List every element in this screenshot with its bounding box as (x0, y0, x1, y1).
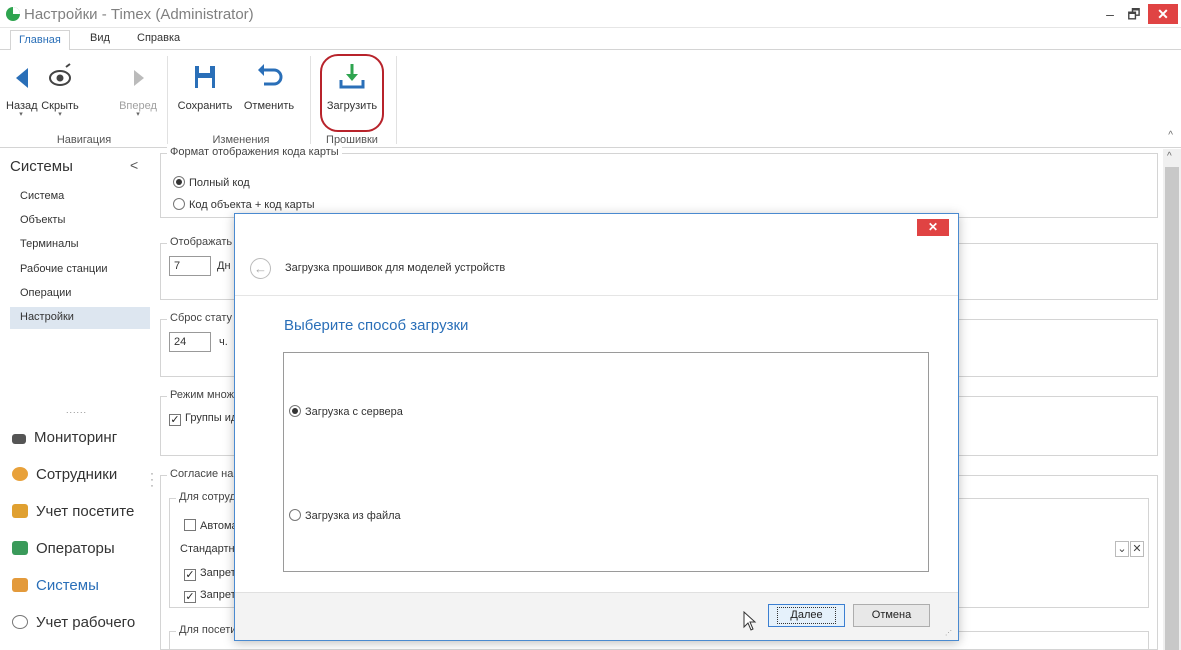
visitors-title: Для посети (176, 624, 240, 636)
standard-label: Стандартн (180, 543, 235, 555)
eye-icon (36, 58, 84, 100)
section-employees[interactable]: Сотрудники (12, 466, 117, 483)
display-title: Отображать (167, 236, 236, 248)
dialog-title: Загрузка прошивок для моделей устройств (285, 262, 506, 274)
splitter-dots[interactable]: ...... (66, 405, 87, 415)
highlight-ring (320, 54, 384, 132)
display-days-unit: Дн (217, 260, 231, 272)
cancel-button[interactable]: Отмена (853, 604, 930, 627)
ribbon-tabs: Главная Вид Справка (0, 28, 1181, 51)
forward-button[interactable]: Вперед ▾ (116, 58, 160, 118)
save-icon (174, 58, 236, 100)
restore-button[interactable]: 🗗 (1124, 4, 1144, 24)
tab-help[interactable]: Справка (137, 32, 180, 44)
reset-hours-unit: ч. (219, 336, 228, 348)
section-time-tracking[interactable]: Учет рабочего (12, 614, 135, 631)
load-method-panel: Загрузка с сервера Загрузка из файла (283, 352, 929, 572)
operators-icon (12, 541, 28, 555)
sidebar: Системы < Система Объекты Терминалы Рабо… (0, 149, 150, 650)
mode-title: Режим множ (167, 389, 237, 401)
scroll-thumb[interactable] (1165, 167, 1179, 650)
section-monitoring[interactable]: Мониторинг (12, 429, 117, 446)
forward-arrow-icon (116, 58, 160, 100)
sidebar-collapse-icon[interactable]: < (130, 157, 138, 173)
mouse-cursor-icon (743, 610, 757, 634)
employees-title: Для сотруд (176, 491, 239, 503)
resize-grip-icon[interactable]: ⋰ (945, 629, 952, 637)
visitors-icon (12, 504, 28, 518)
clock-icon (12, 615, 28, 629)
back-arrow-icon (6, 58, 36, 100)
section-visitors[interactable]: Учет посетите (12, 503, 134, 520)
app-icon (6, 7, 20, 21)
back-button[interactable]: Назад ▾ (6, 58, 38, 118)
vertical-scrollbar[interactable]: ^ (1163, 149, 1181, 650)
nav-group-label: Навигация (56, 134, 112, 146)
dialog-close-button[interactable]: ✕ (917, 219, 949, 236)
window-title: Настройки - Timex (Administrator) (24, 6, 254, 23)
section-operators[interactable]: Операторы (12, 540, 115, 557)
load-from-file-radio[interactable]: Загрузка из файла (289, 509, 401, 522)
dialog-heading: Выберите способ загрузки (284, 317, 469, 334)
display-days-input[interactable]: 7 (169, 256, 211, 276)
combo-buttons: ⌄ ✕ (1114, 541, 1144, 557)
sidebar-header: Системы (10, 158, 73, 175)
card-format-group: Формат отображения кода карты Полный код… (160, 146, 1158, 218)
ribbon-collapse-icon[interactable]: ^ (1168, 130, 1173, 141)
dialog-back-icon[interactable]: ← (250, 258, 271, 279)
groups-checkbox[interactable]: ✓ Группы ид (169, 412, 237, 426)
reset-title: Сброс стату (167, 312, 235, 324)
panel-splitter[interactable]: · · · (150, 467, 154, 491)
ban-checkbox-1[interactable]: ✓ Запрет (184, 567, 236, 581)
section-systems[interactable]: Системы (12, 577, 99, 594)
consent-title: Согласие на (167, 468, 237, 480)
object-card-code-radio[interactable]: Код объекта + код карты (173, 198, 315, 211)
undo-icon (238, 58, 300, 100)
load-from-server-radio[interactable]: Загрузка с сервера (289, 405, 403, 418)
title-bar: Настройки - Timex (Administrator) – 🗗 ✕ (0, 0, 1181, 28)
full-code-radio[interactable]: Полный код (173, 176, 250, 189)
tab-view[interactable]: Вид (90, 32, 110, 44)
sidebar-item-workstations[interactable]: Рабочие станции (20, 263, 108, 275)
hide-button[interactable]: Скрыть ▾ (36, 58, 84, 118)
systems-icon (12, 578, 28, 592)
employees-icon (12, 467, 28, 481)
save-label: Сохранить (177, 100, 233, 112)
firmware-dialog: ✕ ← Загрузка прошивок для моделей устрой… (234, 213, 959, 641)
ban-checkbox-2[interactable]: ✓ Запрет (184, 589, 236, 603)
reset-hours-input[interactable]: 24 (169, 332, 211, 352)
card-format-title: Формат отображения кода карты (167, 146, 342, 158)
next-button[interactable]: Далее (768, 604, 845, 627)
save-button[interactable]: Сохранить (174, 58, 236, 112)
undo-button[interactable]: Отменить (238, 58, 300, 112)
clear-icon[interactable]: ✕ (1130, 541, 1144, 557)
sidebar-item-settings[interactable]: Настройки (20, 311, 74, 323)
undo-label: Отменить (243, 100, 295, 112)
sidebar-item-objects[interactable]: Объекты (20, 214, 65, 226)
tab-home[interactable]: Главная (10, 30, 70, 51)
monitor-icon (12, 434, 26, 444)
dialog-header: ← Загрузка прошивок для моделей устройст… (235, 241, 958, 296)
sidebar-item-terminals[interactable]: Терминалы (20, 238, 79, 250)
close-button[interactable]: ✕ (1148, 4, 1178, 24)
dropdown-icon[interactable]: ⌄ (1115, 541, 1129, 557)
dialog-footer: Далее Отмена ⋰ (235, 592, 958, 640)
minimize-button[interactable]: – (1100, 4, 1120, 24)
sidebar-item-system[interactable]: Система (20, 190, 64, 202)
sidebar-item-operations[interactable]: Операции (20, 287, 71, 299)
firmware-group-label: Прошивки (326, 134, 378, 146)
scroll-up-icon[interactable]: ^ (1167, 151, 1172, 162)
ribbon: Назад ▾ Скрыть ▾ Вперед ▾ Навигация Сохр… (0, 50, 1181, 148)
changes-group-label: Изменения (212, 134, 270, 146)
